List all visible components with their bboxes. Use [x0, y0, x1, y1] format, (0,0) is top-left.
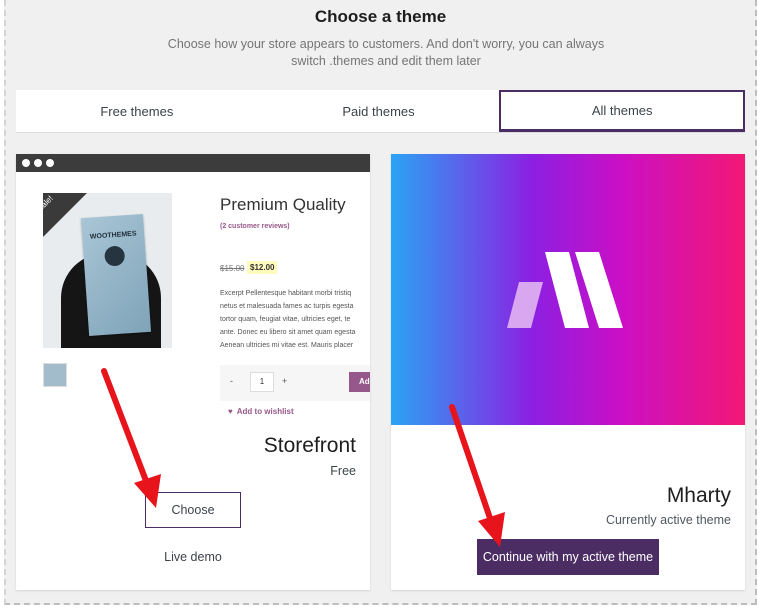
theme-status: Currently active theme	[605, 513, 731, 527]
theme-preview-mharty[interactable]	[391, 154, 745, 425]
theme-card-mharty: Mharty Currently active theme Continue w…	[391, 154, 745, 590]
poster-text: WOOTHEMES	[89, 230, 137, 241]
poster-image: WOOTHEMES	[80, 213, 152, 337]
choose-button[interactable]: Choose	[145, 492, 241, 528]
product-thumbnail	[43, 363, 67, 387]
page-title: Choose a theme	[314, 7, 447, 26]
preview-quantity-box: - 1 + Ad	[220, 365, 370, 401]
tab-all-themes[interactable]: All themes	[499, 90, 746, 132]
live-demo-link[interactable]: Live demo	[16, 550, 370, 564]
theme-name: Mharty	[666, 484, 731, 507]
window-dot-icon	[34, 159, 42, 167]
tab-free-themes[interactable]: Free themes	[16, 90, 258, 132]
theme-tabs: Free themes Paid themes All themes	[16, 90, 746, 133]
qty-minus: -	[230, 376, 233, 386]
window-dot-icon	[46, 159, 54, 167]
heart-icon: ♥	[228, 407, 233, 416]
wishlist-label: Add to wishlist	[236, 407, 294, 416]
browser-bar	[16, 154, 370, 172]
poster-badge-icon	[104, 245, 126, 267]
preview-add-button: Ad	[349, 372, 370, 392]
preview-excerpt: Excerpt Pellentesque habitant morbi tris…	[220, 287, 370, 352]
continue-active-theme-button[interactable]: Continue with my active theme	[477, 539, 659, 575]
theme-price: Free	[330, 464, 356, 478]
theme-preview-storefront[interactable]: WOOTHEMES Sale! Premium Quality (2 custo…	[16, 172, 370, 427]
mharty-logo-icon	[507, 252, 623, 328]
qty-plus: +	[282, 376, 288, 386]
excerpt-line: netus et malesuada fames ac turpis egest…	[220, 303, 354, 310]
excerpt-line: Aenean ultricies mi vitae est. Mauris pl…	[220, 342, 354, 349]
page-subtitle: Choose how your store appears to custome…	[167, 37, 605, 68]
sale-badge-text: Sale!	[43, 193, 55, 214]
theme-chooser-panel: Choose a theme Choose how your store app…	[4, 0, 757, 605]
theme-card-storefront: WOOTHEMES Sale! Premium Quality (2 custo…	[16, 154, 370, 590]
excerpt-line: tortor quam, feugiat vitae, ultricies eg…	[220, 316, 351, 323]
excerpt-line: Excerpt Pellentesque habitant morbi tris…	[220, 290, 352, 297]
preview-price-new: $12.00	[247, 261, 278, 274]
preview-reviews: (2 customer reviews)	[220, 223, 290, 230]
preview-product-title: Premium Quality	[220, 195, 346, 214]
product-image: WOOTHEMES Sale!	[43, 193, 172, 348]
theme-name: Storefront	[263, 434, 356, 457]
qty-input: 1	[250, 372, 274, 392]
tab-paid-themes[interactable]: Paid themes	[258, 90, 500, 132]
window-dot-icon	[22, 159, 30, 167]
preview-price-old: $15.00	[220, 264, 245, 273]
excerpt-line: ante. Donec eu libero sit amet quam eges…	[220, 329, 356, 336]
preview-wishlist: ♥ Add to wishlist	[228, 407, 294, 416]
